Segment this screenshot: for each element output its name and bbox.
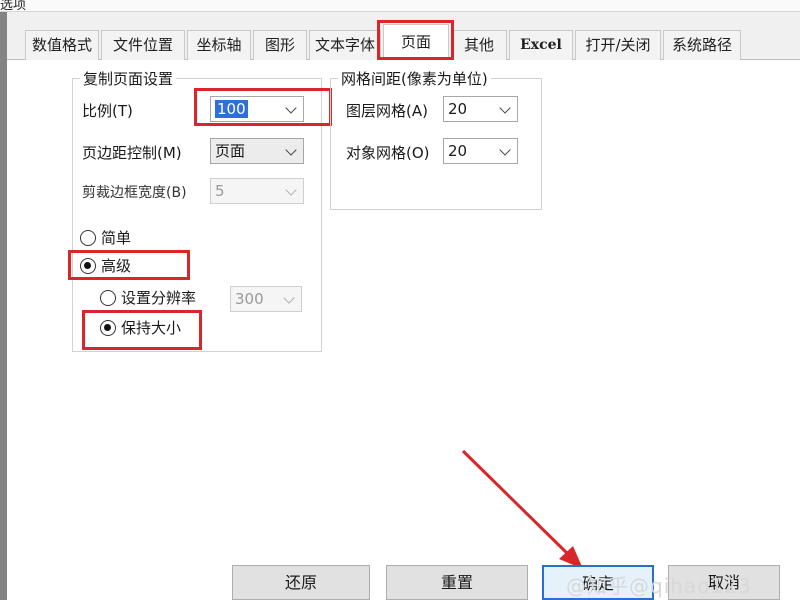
watermark: @知乎@qihao123	[566, 574, 752, 598]
chevron-down-icon	[284, 97, 298, 121]
margin-control-label: 页边距控制(M)	[82, 144, 182, 162]
chevron-down-icon	[282, 287, 296, 311]
window-left-edge	[0, 12, 7, 600]
tab-graphics[interactable]: 图形	[253, 30, 307, 60]
layer-grid-combo[interactable]: 20	[443, 96, 518, 122]
grid-spacing-legend: 网格间距(像素为单位)	[338, 68, 491, 89]
arrow-annotation-icon	[461, 449, 583, 569]
margin-control-combo[interactable]: 页面	[210, 138, 304, 164]
resolution-value: 300	[235, 290, 264, 308]
advanced-radio[interactable]: 高级	[80, 256, 150, 276]
tab-number-format[interactable]: 数值格式	[25, 30, 99, 60]
tab-axis[interactable]: 坐标轴	[187, 30, 251, 60]
chevron-down-icon	[498, 139, 512, 163]
advanced-radio-dot	[80, 258, 96, 274]
tab-system-path[interactable]: 系统路径	[663, 30, 741, 60]
set-resolution-radio-dot	[100, 290, 116, 306]
keep-size-radio[interactable]: 保持大小	[100, 318, 190, 338]
resolution-combo: 300	[230, 286, 302, 312]
tab-excel[interactable]: Excel	[509, 30, 573, 60]
layer-grid-label: 图层网格(A)	[346, 102, 428, 120]
crop-border-value: 5	[215, 182, 225, 200]
object-grid-label: 对象网格(O)	[346, 144, 430, 162]
crop-border-label: 剪裁边框宽度(B)	[82, 185, 187, 201]
tab-page[interactable]: 页面	[383, 24, 449, 61]
simple-radio-label: 简单	[101, 229, 132, 247]
title-bar: 选项	[0, 0, 800, 13]
tab-open-close[interactable]: 打开/关闭	[575, 30, 661, 60]
tab-file-location[interactable]: 文件位置	[101, 30, 185, 60]
set-resolution-label: 设置分辨率	[121, 289, 197, 307]
keep-size-radio-dot	[100, 320, 116, 336]
tab-other[interactable]: 其他	[451, 30, 507, 60]
reset-button[interactable]: 重置	[386, 565, 528, 600]
keep-size-label: 保持大小	[121, 319, 182, 337]
copy-page-settings-legend: 复制页面设置	[80, 68, 177, 89]
layer-grid-value: 20	[448, 100, 468, 118]
tab-strip: 数值格式 文件位置 坐标轴 图形 文本字体 页面 其他 Excel 打开/关闭 …	[7, 24, 800, 61]
chevron-down-icon	[284, 179, 298, 203]
object-grid-value: 20	[448, 142, 468, 160]
crop-border-combo: 5	[210, 178, 304, 204]
margin-control-value: 页面	[215, 142, 246, 160]
scale-label: 比例(T)	[82, 102, 133, 120]
scale-combo[interactable]: 100	[210, 96, 304, 122]
tab-text-font[interactable]: 文本字体	[309, 30, 381, 60]
simple-radio[interactable]: 简单	[80, 228, 150, 248]
scale-value: 100	[215, 100, 248, 118]
chevron-down-icon	[284, 139, 298, 163]
advanced-radio-label: 高级	[101, 257, 132, 275]
chevron-down-icon	[498, 97, 512, 121]
set-resolution-radio[interactable]: 设置分辨率	[100, 288, 210, 308]
simple-radio-dot	[80, 230, 96, 246]
restore-button[interactable]: 还原	[232, 565, 370, 600]
object-grid-combo[interactable]: 20	[443, 138, 518, 164]
